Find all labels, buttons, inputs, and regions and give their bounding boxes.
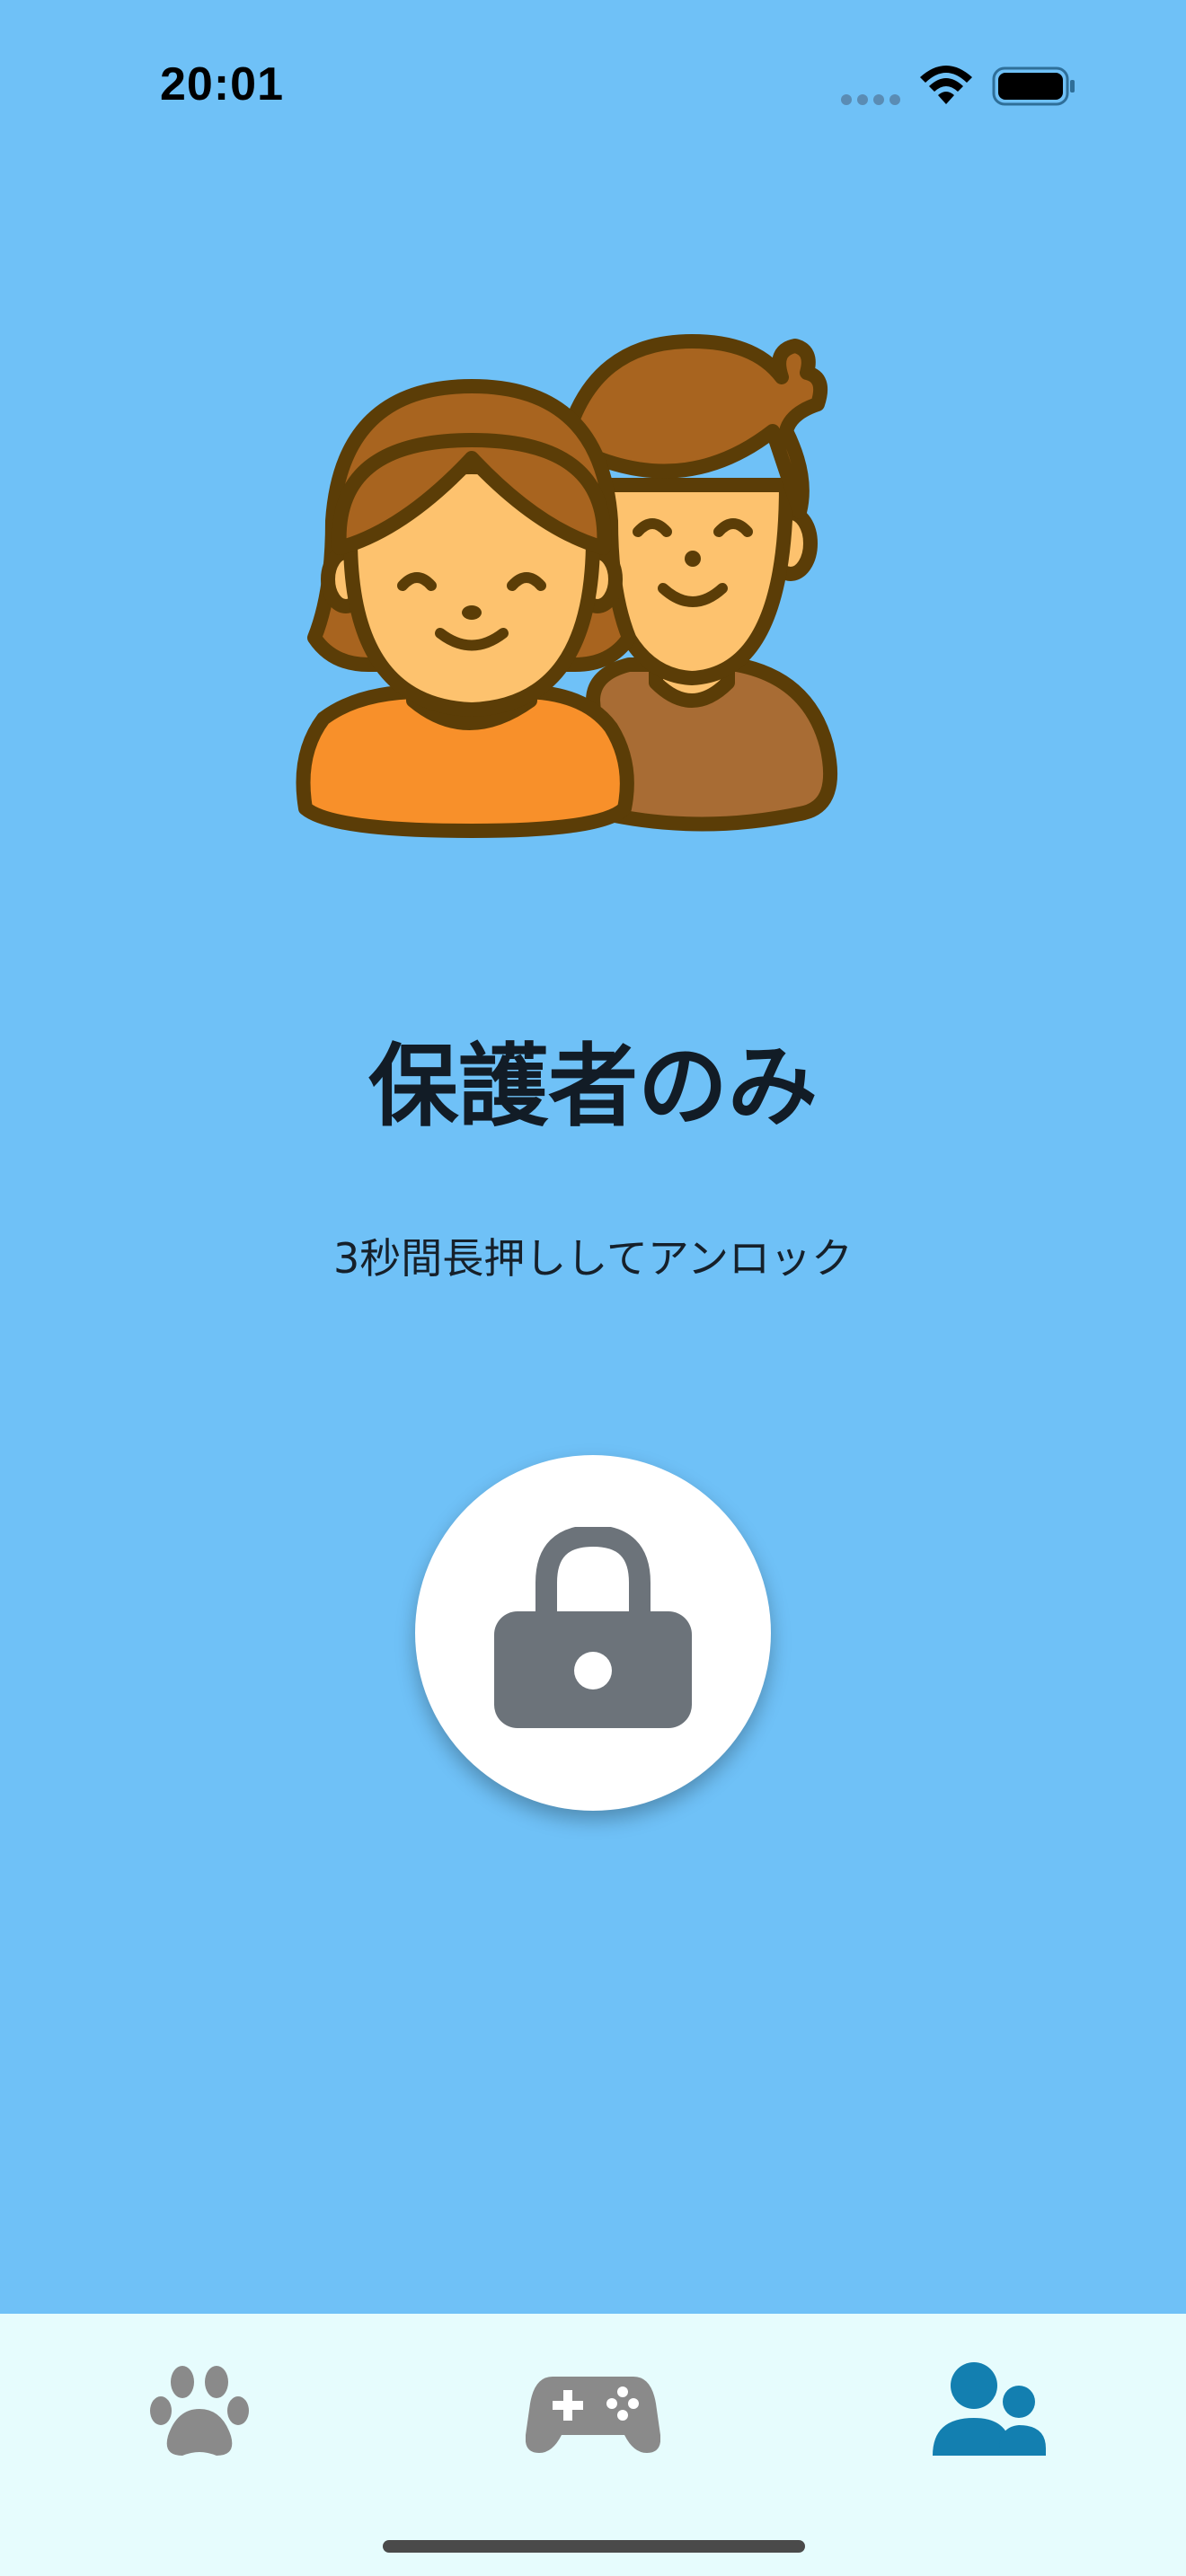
page-title: 保護者のみ [368, 1034, 818, 1139]
cellular-signal-icon [841, 94, 900, 105]
family-parents-icon [296, 334, 838, 838]
tab-parents[interactable] [898, 2360, 1078, 2486]
gamepad-icon [526, 2377, 660, 2453]
paw-icon [150, 2366, 249, 2456]
tab-bar [0, 2314, 1186, 2576]
wifi-icon [920, 66, 972, 104]
battery-icon [992, 66, 1075, 106]
unlock-button[interactable] [415, 1455, 771, 1811]
status-time: 20:01 [160, 58, 284, 110]
status-bar: 20:01 [0, 0, 1186, 171]
parents-icon [933, 2362, 1046, 2456]
lock-icon [494, 1527, 692, 1728]
unlock-instruction: 3秒間長押ししてアンロック [332, 1234, 854, 1283]
home-indicator [383, 2540, 805, 2553]
tab-pets[interactable] [110, 2360, 289, 2486]
tab-games[interactable] [503, 2360, 683, 2486]
